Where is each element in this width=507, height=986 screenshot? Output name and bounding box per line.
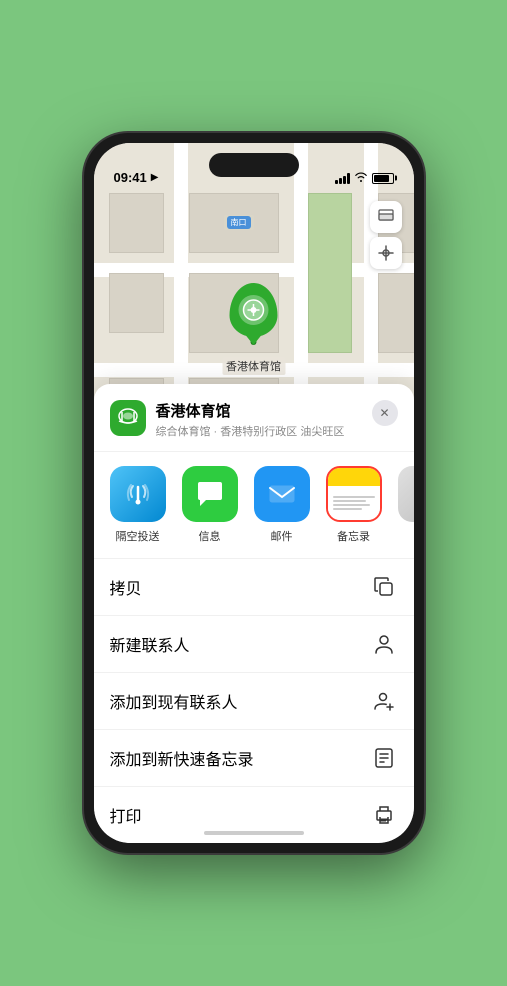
signal-bar-4	[347, 173, 350, 184]
status-icons	[335, 171, 394, 185]
share-app-notes[interactable]: 备忘录	[326, 466, 382, 544]
messages-label: 信息	[199, 528, 221, 544]
building-4	[109, 273, 164, 333]
share-apps-row: 隔空投送 信息	[94, 452, 414, 559]
notes-line-4	[333, 508, 362, 510]
share-app-airdrop[interactable]: 隔空投送	[110, 466, 166, 544]
venue-info: 香港体育馆 综合体育馆 · 香港特别行政区 油尖旺区	[156, 400, 372, 439]
copy-icon	[370, 573, 398, 601]
building-8	[378, 273, 414, 353]
map-pin-label: 香港体育馆	[222, 357, 285, 375]
phone-screen: 09:41 ▶	[94, 143, 414, 843]
gate-badge: 南口	[227, 216, 251, 229]
map-location-button[interactable]	[370, 237, 402, 269]
share-app-mail[interactable]: 邮件	[254, 466, 310, 544]
signal-bar-3	[343, 176, 346, 184]
action-copy[interactable]: 拷贝	[94, 559, 414, 616]
map-label-north-gate: 南口	[224, 215, 254, 230]
signal-bar-1	[335, 180, 338, 184]
notes-line-2	[333, 500, 367, 502]
more-icon	[398, 466, 414, 522]
mail-label: 邮件	[271, 528, 293, 544]
dynamic-island	[209, 153, 299, 177]
action-add-existing-label: 添加到现有联系人	[110, 689, 238, 713]
notes-icon-body	[328, 486, 380, 520]
action-print-label: 打印	[110, 803, 142, 827]
map-controls	[370, 201, 402, 269]
action-add-existing[interactable]: 添加到现有联系人	[94, 673, 414, 730]
notes-label: 备忘录	[337, 528, 370, 544]
action-quick-note[interactable]: 添加到新快速备忘录	[94, 730, 414, 787]
notes-icon-top	[328, 468, 380, 486]
print-icon	[370, 801, 398, 829]
status-time: 09:41	[114, 170, 147, 185]
map-layers-button[interactable]	[370, 201, 402, 233]
venue-name: 香港体育馆	[156, 400, 372, 421]
venue-header: 香港体育馆 综合体育馆 · 香港特别行政区 油尖旺区 ✕	[94, 400, 414, 452]
airdrop-icon	[110, 466, 166, 522]
venue-subtitle: 综合体育馆 · 香港特别行政区 油尖旺区	[156, 423, 372, 439]
map-pin-container: 香港体育馆	[222, 283, 285, 375]
notes-line-1	[333, 496, 375, 498]
location-icon: ▶	[151, 172, 159, 183]
map-pin	[230, 283, 278, 337]
wifi-icon	[354, 171, 368, 185]
signal-bar-2	[339, 178, 342, 184]
mail-icon	[254, 466, 310, 522]
bottom-sheet: 香港体育馆 综合体育馆 · 香港特别行政区 油尖旺区 ✕	[94, 384, 414, 843]
person-icon	[370, 630, 398, 658]
action-quick-note-label: 添加到新快速备忘录	[110, 746, 254, 770]
building-3	[109, 193, 164, 253]
share-app-more[interactable]: 提	[398, 466, 414, 544]
phone-frame: 09:41 ▶	[84, 133, 424, 853]
notes-icon	[326, 466, 382, 522]
building-green-1	[308, 193, 352, 353]
person-add-icon	[370, 687, 398, 715]
note-icon	[370, 744, 398, 772]
action-copy-label: 拷贝	[110, 575, 142, 599]
action-new-contact[interactable]: 新建联系人	[94, 616, 414, 673]
battery-icon	[372, 173, 394, 184]
action-new-contact-label: 新建联系人	[110, 632, 190, 656]
home-indicator	[204, 831, 304, 835]
messages-icon	[182, 466, 238, 522]
battery-fill	[374, 175, 389, 182]
close-button[interactable]: ✕	[372, 400, 398, 426]
notes-line-3	[333, 504, 371, 506]
share-app-messages[interactable]: 信息	[182, 466, 238, 544]
airdrop-label: 隔空投送	[116, 528, 160, 544]
map-pin-inner	[239, 295, 269, 325]
signal-bars	[335, 173, 350, 184]
venue-icon	[110, 400, 146, 436]
